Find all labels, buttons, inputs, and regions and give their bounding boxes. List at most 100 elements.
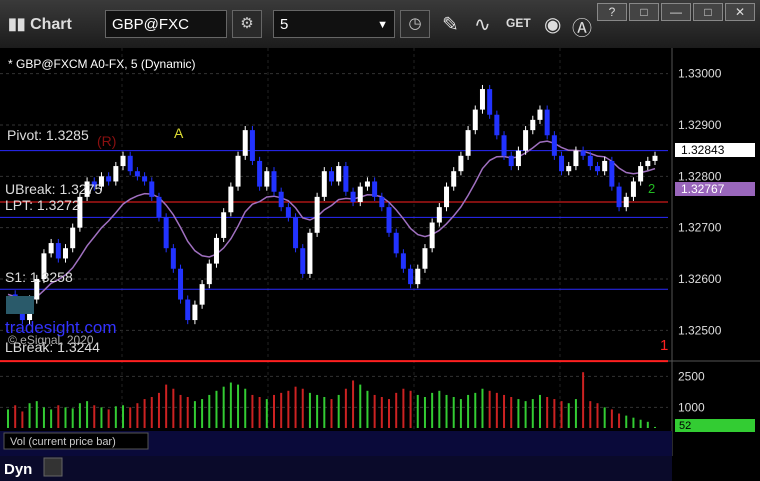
help-button[interactable]: ? [597,3,627,21]
candle-body [278,191,284,208]
record-icon[interactable]: ◉ [544,12,561,37]
candle-body [257,160,263,187]
candle-body [106,176,112,182]
interval-value: 5 [280,16,289,33]
candle-body [178,268,184,300]
chart-background [0,48,760,481]
candle-body [264,171,270,187]
study-icon[interactable]: ∿ [474,12,491,37]
candle-body [235,155,241,187]
interval-settings-button[interactable]: ◷ [400,10,430,38]
candle-body [55,243,61,259]
candle-body [487,89,493,115]
candle-body [120,155,126,167]
candle-body [206,263,212,285]
candle-body [213,237,219,264]
copyright-text: © eSignal, 2020 [8,333,94,347]
candle-body [602,160,608,172]
red-marker-one: 1 [660,337,668,354]
candle-body [293,217,299,249]
candle-body [544,109,550,136]
pencil-icon[interactable]: ✎ [442,12,459,37]
candle-body [134,171,140,177]
ma-price-value: 1.32767 [681,182,725,196]
minimize-button[interactable]: — [661,3,691,21]
candle-body [472,109,478,131]
candle-body [566,166,572,172]
symbol-value: GBP@FXC [112,16,189,33]
candle-body [638,166,644,182]
candle-body [494,114,500,136]
lpt-label: LPT: 1.3272 [5,197,80,213]
candle-body [652,155,658,161]
candle-body [379,196,385,208]
candle-body [127,155,133,172]
candle-body [616,186,622,208]
y-tick-label: 1.32700 [678,221,722,235]
volume-value: 52 [679,420,691,432]
candle-body [63,248,69,259]
candle-body [537,109,543,120]
candle-body [408,268,414,285]
r-marker: (R) [97,133,116,149]
clock-icon: ◷ [408,15,422,32]
chevron-down-icon: ▼ [377,19,388,31]
alert-icon[interactable]: Ⓐ [572,12,592,41]
candle-body [436,207,442,223]
candle-body [156,196,162,218]
candle-body [163,217,169,249]
toolbar: ▮▮ Chart GBP@FXC ⚙ 5 ▼ ◷ ✎ ∿ GET ◉ Ⓐ ? □… [0,0,760,49]
candle-body [422,248,428,269]
get-data-icon[interactable]: GET [506,16,531,30]
fit-button[interactable] [43,457,63,477]
chart-app-icon: ▮▮ [8,16,31,33]
candle-body [623,196,629,208]
restore-small-button[interactable]: □ [629,3,659,21]
chart-area[interactable]: 1.330001.329001.328001.327001.326001.325… [0,48,760,481]
candle-body [451,171,457,187]
symbol-settings-button[interactable]: ⚙ [232,10,262,38]
candle-body [444,186,450,208]
y-tick-label: 1.33000 [678,67,722,81]
candle-body [329,171,334,182]
candle-body [321,171,327,197]
candle-body [142,176,148,182]
candle-body [170,248,176,269]
candle-body [350,191,356,202]
candle-body [192,304,198,321]
candle-body [185,299,191,321]
green-marker-two: 2 [648,181,655,196]
candle-body [372,181,378,197]
y-tick-label: 1.32600 [678,272,722,286]
candle-body [465,130,471,156]
volume-tick-label: 1000 [678,400,705,414]
candle-body [242,130,248,156]
candle-body [400,253,406,269]
pivot-label: Pivot: 1.3285 [7,127,89,143]
candle-body [113,166,119,182]
symbol-input[interactable]: GBP@FXC [105,10,227,38]
close-button[interactable]: ✕ [725,3,755,21]
candle-body [580,150,586,156]
candle-body [594,166,600,172]
candle-body [530,119,536,131]
candle-body [559,155,565,172]
dynamic-label: Dyn [4,461,32,478]
candle-body [300,248,306,274]
maximize-button[interactable]: □ [693,3,723,21]
candle-body [271,171,277,192]
volume-tick-label: 2500 [678,369,705,383]
a-marker: A [174,125,184,141]
candle-body [508,155,514,167]
candle-body [386,207,392,233]
candle-body [199,284,205,305]
candle-body [551,135,557,156]
candle-body [429,222,435,249]
candle-body [228,186,234,213]
candle-body [314,196,320,233]
candle-body [415,268,421,285]
candle-body [149,181,155,197]
app-title: ▮▮ Chart [8,16,72,33]
interval-select[interactable]: 5 ▼ [273,10,395,38]
gear-icon: ⚙ [240,15,254,32]
